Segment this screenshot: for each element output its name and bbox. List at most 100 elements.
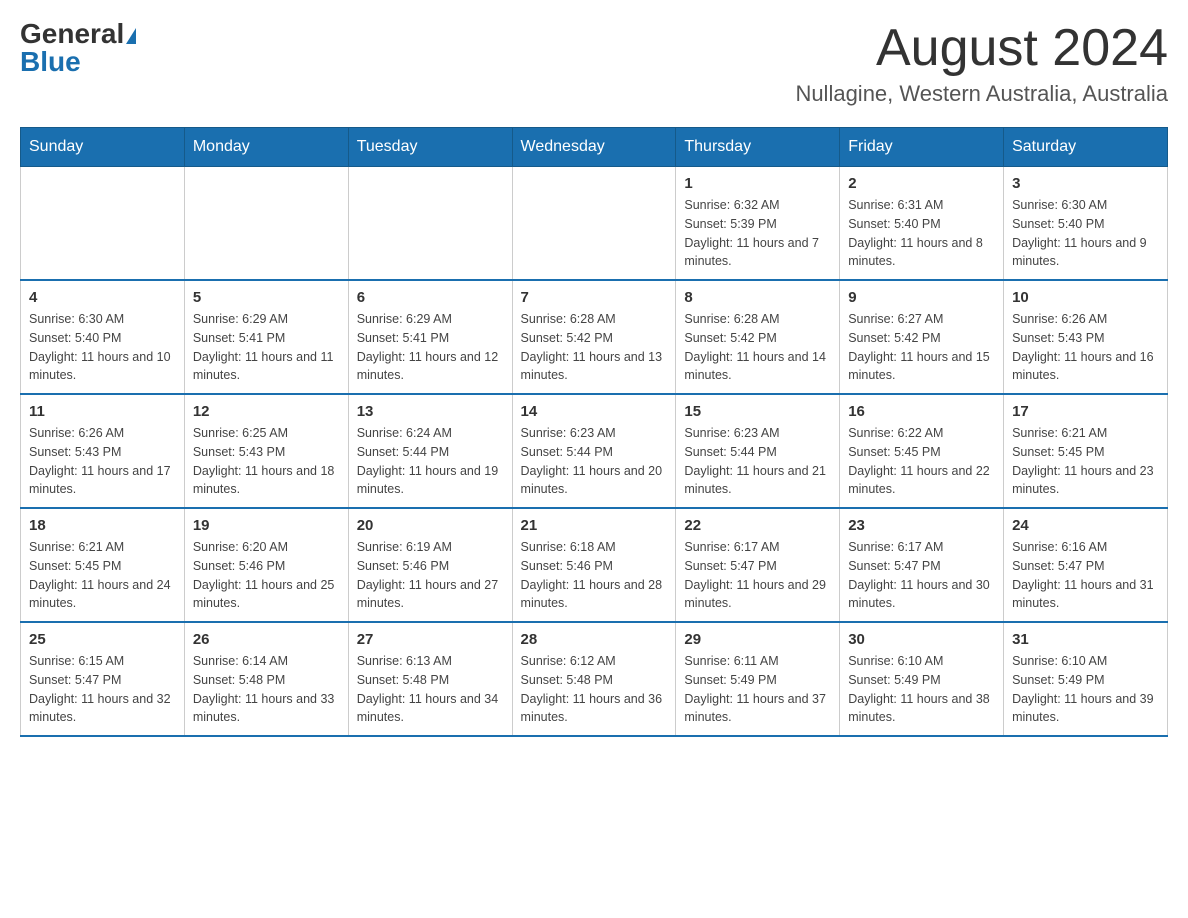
header-monday: Monday [184,128,348,167]
day-number: 5 [193,289,340,306]
month-title: August 2024 [795,20,1168,77]
day-info: Sunrise: 6:10 AMSunset: 5:49 PMDaylight:… [848,652,995,727]
day-cell: 5 Sunrise: 6:29 AMSunset: 5:41 PMDaylight… [184,280,348,394]
day-cell: 19 Sunrise: 6:20 AMSunset: 5:46 PMDayligh… [184,508,348,622]
location: Nullagine, Western Australia, Australia [795,81,1168,107]
week-row-1: 1 Sunrise: 6:32 AMSunset: 5:39 PMDaylight… [21,167,1168,281]
day-cell: 3Sunrise: 6:30 AMSunset: 5:40 PMDaylight… [1004,167,1168,281]
day-info: Sunrise: 6:21 AMSunset: 5:45 PMDaylight:… [29,538,176,613]
day-number: 20 [357,517,504,534]
day-cell [512,167,676,281]
day-info: Sunrise: 6:14 AMSunset: 5:48 PMDaylight:… [193,652,340,727]
day-info: Sunrise: 6:23 AMSunset: 5:44 PMDaylight:… [684,424,831,499]
day-info: Sunrise: 6:15 AMSunset: 5:47 PMDaylight:… [29,652,176,727]
day-number: 7 [521,289,668,306]
day-number: 31 [1012,631,1159,648]
day-info: Sunrise: 6:30 AMSunset: 5:40 PMDaylight:… [29,310,176,385]
day-cell: 18Sunrise: 6:21 AMSunset: 5:45 PMDayligh… [21,508,185,622]
logo-blue: Blue [20,46,81,77]
day-cell: 21 Sunrise: 6:18 AMSunset: 5:46 PMDayligh… [512,508,676,622]
day-info: Sunrise: 6:17 AMSunset: 5:47 PMDaylight:… [848,538,995,613]
day-info: Sunrise: 6:27 AMSunset: 5:42 PMDaylight:… [848,310,995,385]
day-info: Sunrise: 6:21 AMSunset: 5:45 PMDaylight:… [1012,424,1159,499]
day-number: 2 [848,175,995,192]
calendar-header: SundayMondayTuesdayWednesdayThursdayFrid… [21,128,1168,167]
day-number: 4 [29,289,176,306]
day-info: Sunrise: 6:26 AMSunset: 5:43 PMDaylight:… [1012,310,1159,385]
day-info: Sunrise: 6:20 AMSunset: 5:46 PMDaylight:… [193,538,340,613]
day-cell: 9 Sunrise: 6:27 AMSunset: 5:42 PMDaylight… [840,280,1004,394]
day-info: Sunrise: 6:10 AMSunset: 5:49 PMDaylight:… [1012,652,1159,727]
logo: General Blue [20,20,136,76]
day-number: 21 [521,517,668,534]
day-cell: 29 Sunrise: 6:11 AMSunset: 5:49 PMDayligh… [676,622,840,736]
day-number: 19 [193,517,340,534]
day-number: 8 [684,289,831,306]
day-number: 29 [684,631,831,648]
day-cell: 10 Sunrise: 6:26 AMSunset: 5:43 PMDayligh… [1004,280,1168,394]
title-block: August 2024 Nullagine, Western Australia… [795,20,1168,107]
day-cell: 4 Sunrise: 6:30 AMSunset: 5:40 PMDaylight… [21,280,185,394]
day-number: 10 [1012,289,1159,306]
day-cell: 28Sunrise: 6:12 AMSunset: 5:48 PMDayligh… [512,622,676,736]
day-cell: 7 Sunrise: 6:28 AMSunset: 5:42 PMDaylight… [512,280,676,394]
day-cell: 27 Sunrise: 6:13 AMSunset: 5:48 PMDayligh… [348,622,512,736]
day-info: Sunrise: 6:25 AMSunset: 5:43 PMDaylight:… [193,424,340,499]
page-header: General Blue August 2024 Nullagine, West… [20,20,1168,107]
week-row-5: 25 Sunrise: 6:15 AMSunset: 5:47 PMDayligh… [21,622,1168,736]
day-cell: 11Sunrise: 6:26 AMSunset: 5:43 PMDayligh… [21,394,185,508]
header-row: SundayMondayTuesdayWednesdayThursdayFrid… [21,128,1168,167]
day-info: Sunrise: 6:31 AMSunset: 5:40 PMDaylight:… [848,196,995,271]
day-cell: 8 Sunrise: 6:28 AMSunset: 5:42 PMDaylight… [676,280,840,394]
day-cell: 13Sunrise: 6:24 AMSunset: 5:44 PMDayligh… [348,394,512,508]
week-row-3: 11Sunrise: 6:26 AMSunset: 5:43 PMDayligh… [21,394,1168,508]
day-cell: 12 Sunrise: 6:25 AMSunset: 5:43 PMDayligh… [184,394,348,508]
day-cell: 2 Sunrise: 6:31 AMSunset: 5:40 PMDaylight… [840,167,1004,281]
day-cell: 14Sunrise: 6:23 AMSunset: 5:44 PMDayligh… [512,394,676,508]
week-row-2: 4 Sunrise: 6:30 AMSunset: 5:40 PMDaylight… [21,280,1168,394]
day-info: Sunrise: 6:16 AMSunset: 5:47 PMDaylight:… [1012,538,1159,613]
day-number: 23 [848,517,995,534]
day-info: Sunrise: 6:28 AMSunset: 5:42 PMDaylight:… [684,310,831,385]
day-cell: 1 Sunrise: 6:32 AMSunset: 5:39 PMDaylight… [676,167,840,281]
day-number: 1 [684,175,831,192]
header-thursday: Thursday [676,128,840,167]
day-info: Sunrise: 6:24 AMSunset: 5:44 PMDaylight:… [357,424,504,499]
day-info: Sunrise: 6:12 AMSunset: 5:48 PMDaylight:… [521,652,668,727]
day-number: 9 [848,289,995,306]
day-info: Sunrise: 6:28 AMSunset: 5:42 PMDaylight:… [521,310,668,385]
logo-blue-text: Blue [20,48,81,76]
day-info: Sunrise: 6:11 AMSunset: 5:49 PMDaylight:… [684,652,831,727]
header-sunday: Sunday [21,128,185,167]
day-cell: 23 Sunrise: 6:17 AMSunset: 5:47 PMDayligh… [840,508,1004,622]
day-cell: 17 Sunrise: 6:21 AMSunset: 5:45 PMDayligh… [1004,394,1168,508]
day-info: Sunrise: 6:32 AMSunset: 5:39 PMDaylight:… [684,196,831,271]
day-info: Sunrise: 6:19 AMSunset: 5:46 PMDaylight:… [357,538,504,613]
day-number: 25 [29,631,176,648]
day-number: 12 [193,403,340,420]
week-row-4: 18Sunrise: 6:21 AMSunset: 5:45 PMDayligh… [21,508,1168,622]
day-cell: 22Sunrise: 6:17 AMSunset: 5:47 PMDayligh… [676,508,840,622]
day-number: 17 [1012,403,1159,420]
day-info: Sunrise: 6:29 AMSunset: 5:41 PMDaylight:… [193,310,340,385]
logo-general: General [20,18,136,49]
day-number: 3 [1012,175,1159,192]
day-info: Sunrise: 6:18 AMSunset: 5:46 PMDaylight:… [521,538,668,613]
day-number: 26 [193,631,340,648]
day-cell: 6Sunrise: 6:29 AMSunset: 5:41 PMDaylight… [348,280,512,394]
day-cell [184,167,348,281]
day-cell: 15Sunrise: 6:23 AMSunset: 5:44 PMDayligh… [676,394,840,508]
day-cell: 16Sunrise: 6:22 AMSunset: 5:45 PMDayligh… [840,394,1004,508]
day-cell [21,167,185,281]
day-info: Sunrise: 6:26 AMSunset: 5:43 PMDaylight:… [29,424,176,499]
header-saturday: Saturday [1004,128,1168,167]
day-number: 27 [357,631,504,648]
day-number: 22 [684,517,831,534]
day-number: 16 [848,403,995,420]
day-info: Sunrise: 6:13 AMSunset: 5:48 PMDaylight:… [357,652,504,727]
day-number: 6 [357,289,504,306]
day-number: 24 [1012,517,1159,534]
logo-text: General [20,20,136,48]
day-cell [348,167,512,281]
day-cell: 24 Sunrise: 6:16 AMSunset: 5:47 PMDayligh… [1004,508,1168,622]
